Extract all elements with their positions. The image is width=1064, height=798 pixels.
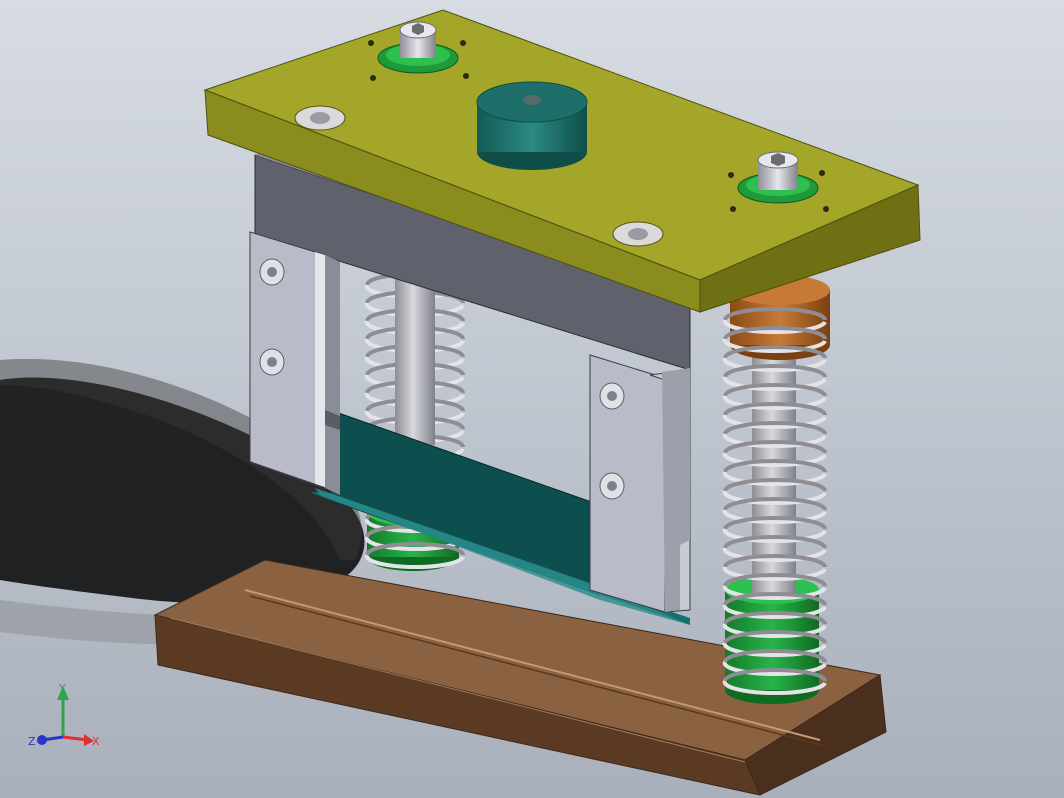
screw-icon bbox=[599, 472, 625, 500]
screw-icon bbox=[259, 348, 285, 376]
triad-x-label: X bbox=[92, 735, 100, 748]
left-guide-post bbox=[395, 275, 435, 445]
screw-icon bbox=[259, 258, 285, 286]
triad-y-label: Y bbox=[58, 682, 66, 695]
cad-scene[interactable]: Y X Z bbox=[0, 0, 1064, 798]
screw-icon bbox=[599, 382, 625, 410]
3d-viewport[interactable]: Y X Z bbox=[0, 0, 1064, 798]
countersink-hole-icon bbox=[612, 221, 664, 247]
countersink-hole-icon bbox=[294, 105, 346, 131]
triad-z-label: Z bbox=[28, 735, 36, 748]
center-punch[interactable] bbox=[476, 81, 588, 170]
